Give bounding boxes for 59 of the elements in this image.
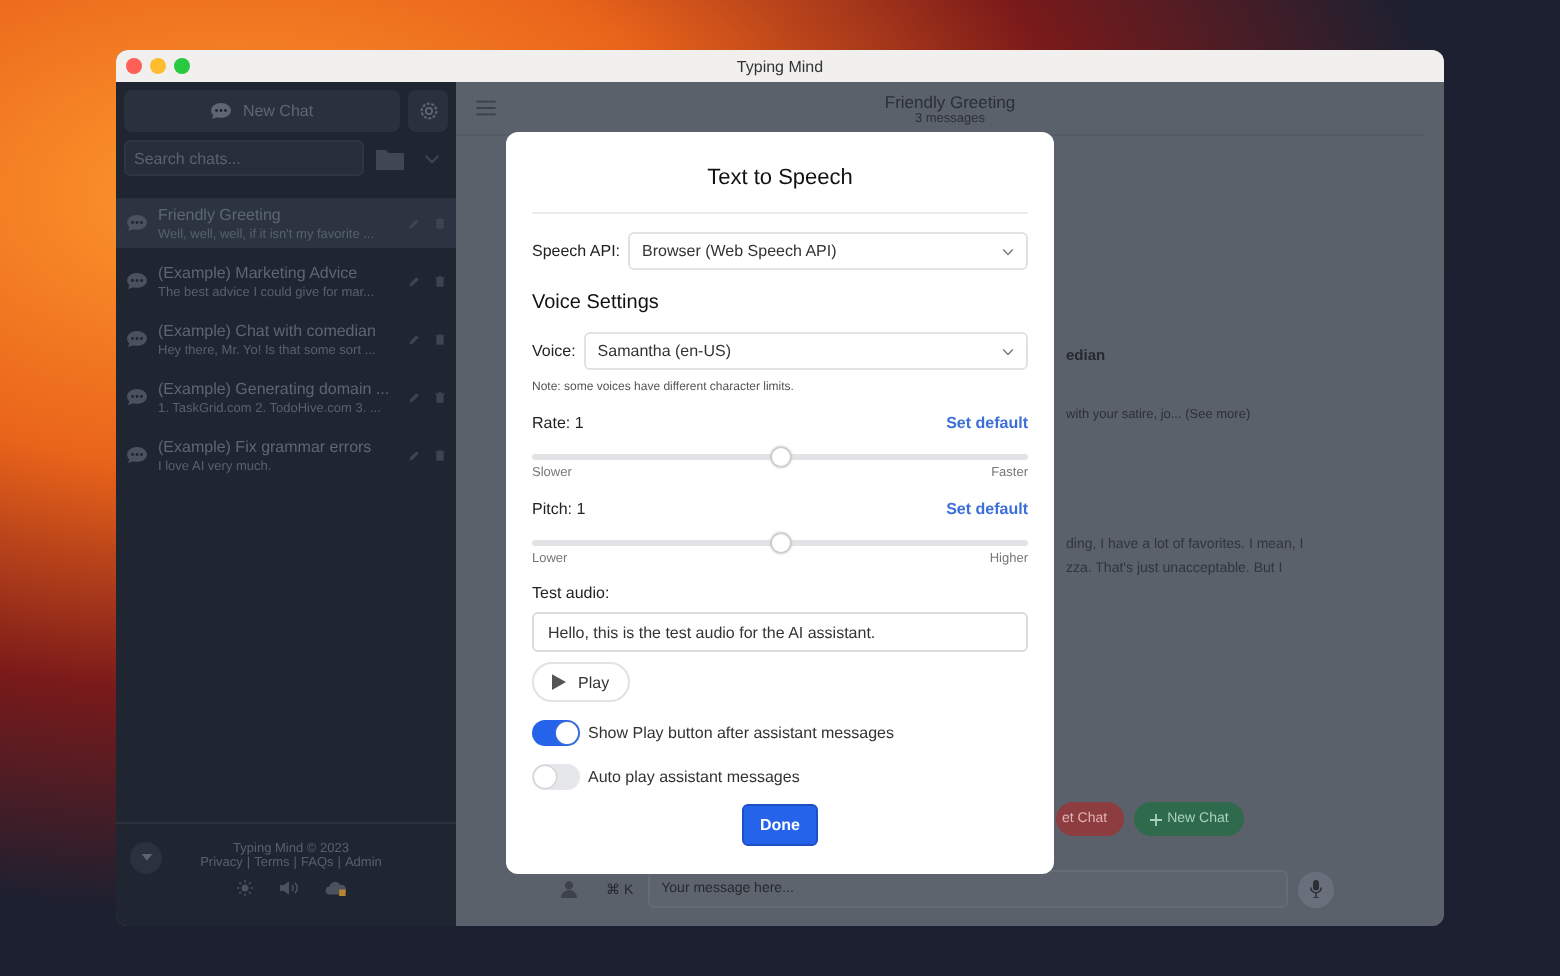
close-window-button[interactable] xyxy=(126,58,142,74)
toggle-label: Show Play button after assistant messages xyxy=(588,724,894,742)
microphone-icon xyxy=(1309,880,1322,898)
triangle-down-icon xyxy=(139,854,153,862)
trash-icon[interactable] xyxy=(434,449,446,461)
chat-bubble-icon xyxy=(126,388,148,406)
chat-title: (Example) Marketing Advice xyxy=(158,261,360,283)
voice-dropdown[interactable]: Samantha (en-US) xyxy=(583,332,1028,370)
minimize-window-button[interactable] xyxy=(150,58,166,74)
microphone-button[interactable] xyxy=(1297,871,1334,907)
chat-title: (Example) Generating domain ... xyxy=(158,377,392,399)
settings-icon xyxy=(417,100,439,122)
trash-icon[interactable] xyxy=(434,275,446,287)
toggle-switch[interactable] xyxy=(532,720,580,746)
chat-bubble-icon xyxy=(126,214,148,232)
pencil-icon[interactable] xyxy=(408,275,420,287)
slider-label: Pitch: 1 xyxy=(532,500,586,518)
slider-thumb[interactable] xyxy=(771,534,789,552)
chevron-down-icon xyxy=(1002,247,1014,255)
pencil-icon[interactable] xyxy=(408,391,420,403)
chat-title: (Example) Fix grammar errors xyxy=(158,435,374,457)
trash-icon[interactable] xyxy=(434,333,446,345)
chat-bubble-icon xyxy=(126,330,148,348)
set-default-link[interactable]: Set default xyxy=(946,500,1028,518)
chevron-down-icon[interactable] xyxy=(424,153,440,163)
toggle-label: Auto play assistant messages xyxy=(588,768,800,786)
play-icon xyxy=(552,674,566,690)
trash-icon[interactable] xyxy=(434,391,446,403)
play-button[interactable]: Play xyxy=(532,662,630,702)
field-label: Speech API: xyxy=(532,242,621,260)
field-label: Voice: xyxy=(532,342,576,360)
folder-icon[interactable] xyxy=(376,147,404,169)
speech-api-dropdown[interactable]: Browser (Web Speech API) xyxy=(628,232,1028,270)
chat-bubble-icon xyxy=(126,272,148,290)
chat-bubble-icon xyxy=(126,446,148,464)
test-audio-field[interactable]: Hello, this is the test audio for the AI assistant. xyxy=(532,612,1028,652)
chat-bubble-icon xyxy=(210,102,233,120)
pencil-icon[interactable] xyxy=(408,449,420,461)
window-title: Typing Mind xyxy=(736,57,824,75)
set-default-link[interactable]: Set default xyxy=(946,414,1028,432)
slider-label: Rate: 1 xyxy=(532,414,584,432)
done-button[interactable]: Done xyxy=(742,804,818,846)
cloud-icon[interactable] xyxy=(323,880,347,896)
slider-thumb[interactable] xyxy=(771,448,789,466)
menu-icon[interactable] xyxy=(476,100,496,116)
sun-icon[interactable] xyxy=(235,880,253,896)
toggle-switch[interactable] xyxy=(532,764,580,790)
chevron-down-icon xyxy=(1002,347,1014,355)
field-label: Test audio: xyxy=(532,584,612,602)
plus-icon xyxy=(1149,813,1162,825)
person-icon[interactable] xyxy=(560,880,578,898)
section-heading: Voice Settings xyxy=(532,292,661,314)
speaker-icon[interactable] xyxy=(279,880,297,896)
dialog-title: Text to Speech xyxy=(705,166,855,194)
chat-title: (Example) Chat with comedian xyxy=(158,319,378,341)
collapse-button[interactable] xyxy=(130,842,162,874)
zoom-window-button[interactable] xyxy=(174,58,190,74)
settings-button[interactable] xyxy=(408,90,448,132)
pencil-icon[interactable] xyxy=(408,333,420,345)
